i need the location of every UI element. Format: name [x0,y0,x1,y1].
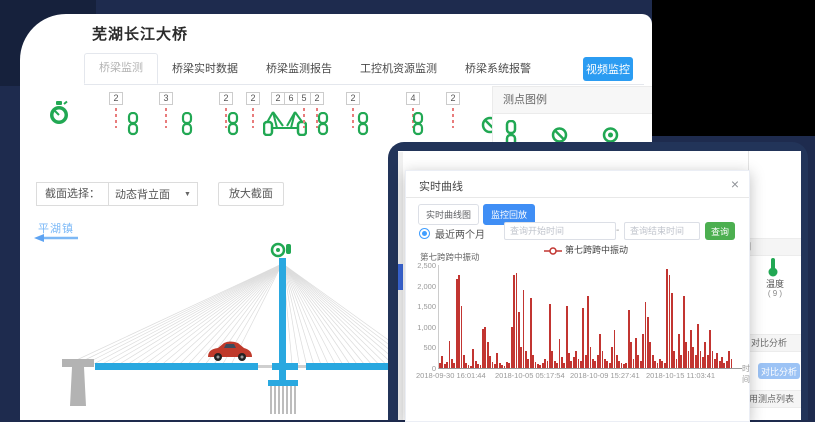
link-icon[interactable] [228,112,239,136]
x-tick-label: 2018-10-05 05:17:54 [495,371,565,380]
query-end-input[interactable] [624,222,700,240]
modal-header: 实时曲线 × [406,171,749,198]
link-icon[interactable] [318,112,329,136]
range-separator: - [616,225,619,236]
query-button[interactable]: 查询 [705,222,735,240]
x-tick-label: 2018-10-09 15:27:41 [570,371,640,380]
sensor-count-badge: 3 [159,92,173,105]
sensor-dash-line [252,108,254,128]
sensor-dash-line [115,108,117,128]
sensor-count-badge: 2 [109,92,123,105]
chart-plot-area [438,265,742,369]
sensor-dash-line [452,108,454,128]
y-tick-label: 500 [408,343,436,352]
query-start-input[interactable] [504,222,616,240]
chart-bar [731,359,733,368]
link-icon[interactable] [358,112,369,136]
realtime-curve-modal: 实时曲线 × 实时曲线图监控回放 最近两个月 - 查询 第七跨跨中振动 第七跨跨… [405,170,750,422]
y-tick-label: 1,000 [408,323,436,332]
sensor-count-badge: 2 [310,92,324,105]
sensor-count-badge: 2 [346,92,360,105]
sensor-count-badge: 4 [406,92,420,105]
y-tick-label: 2,000 [408,282,436,291]
scrollbar-thumb[interactable] [398,264,403,290]
sensor-dash-line [165,108,167,128]
chevron-down-icon: ▼ [184,191,191,198]
x-axis-name: 时间 [742,363,750,385]
sensor-count-badge: 2 [446,92,460,105]
car [208,342,252,362]
section-select-label: 截面选择： [37,183,109,205]
y-tick-label: 2,500 [408,261,436,270]
temperature-count: ( 9 ) [749,289,801,298]
thermometer-icon[interactable] [767,257,779,277]
point-list-header: 常用测点列表 [749,390,801,408]
section-select-value: 动态背立面 [115,186,170,202]
bridge-schematic [30,238,420,420]
overlay-side-panel: 测点图例 温度 ( 9 ) 对比分析 对比分析 常用测点列表 [748,151,801,420]
sensor-count-badge: 5 [297,92,311,105]
compare-analysis-button[interactable]: 对比分析 [758,363,800,379]
recent-range-radio[interactable]: 最近两个月 [419,226,485,241]
section-select-dropdown[interactable]: 动态背立面 ▼ [109,186,197,202]
chart-legend[interactable]: 第七跨跨中振动 [516,243,656,256]
sensor-dash-line [352,108,354,128]
section-selector-row: 截面选择： 动态背立面 ▼ 放大截面 [36,183,284,205]
x-tick-label: 2018-09-30 16:01:44 [416,371,486,380]
close-icon[interactable]: × [731,176,739,192]
gauge-icon[interactable] [48,100,70,126]
sensor-dash-line [303,108,305,128]
left-pier [62,359,94,406]
radio-label: 最近两个月 [435,226,485,241]
y-tick-label: 1,500 [408,302,436,311]
legend-panel-title: 测点图例 [493,87,652,114]
link-icon[interactable] [128,112,139,136]
legend-label: 第七跨跨中振动 [565,245,628,255]
sensor-count-badge: 2 [271,92,285,105]
sensor-count-badge: 2 [246,92,260,105]
modal-title: 实时曲线 [419,178,463,194]
legend-marker-icon [544,247,562,255]
enlarge-section-button[interactable]: 放大截面 [218,182,284,206]
sensor-count-badge: 6 [284,92,298,105]
link-icon[interactable] [413,112,424,136]
tower-sensor-icon [272,244,291,256]
compare-section-header: 对比分析 [749,334,801,352]
link-icon[interactable] [182,112,193,136]
modal-tab-0[interactable]: 实时曲线图 [418,204,479,225]
sensor-count-badge: 2 [219,92,233,105]
bridge-sensor-icon[interactable] [263,108,307,136]
radio-selected-icon [419,228,430,239]
side-panel-header-partial: 测点图例 [749,238,801,256]
background-black-panel [652,0,815,136]
x-tick-label: 2018-10-15 11:03:41 [646,371,715,380]
